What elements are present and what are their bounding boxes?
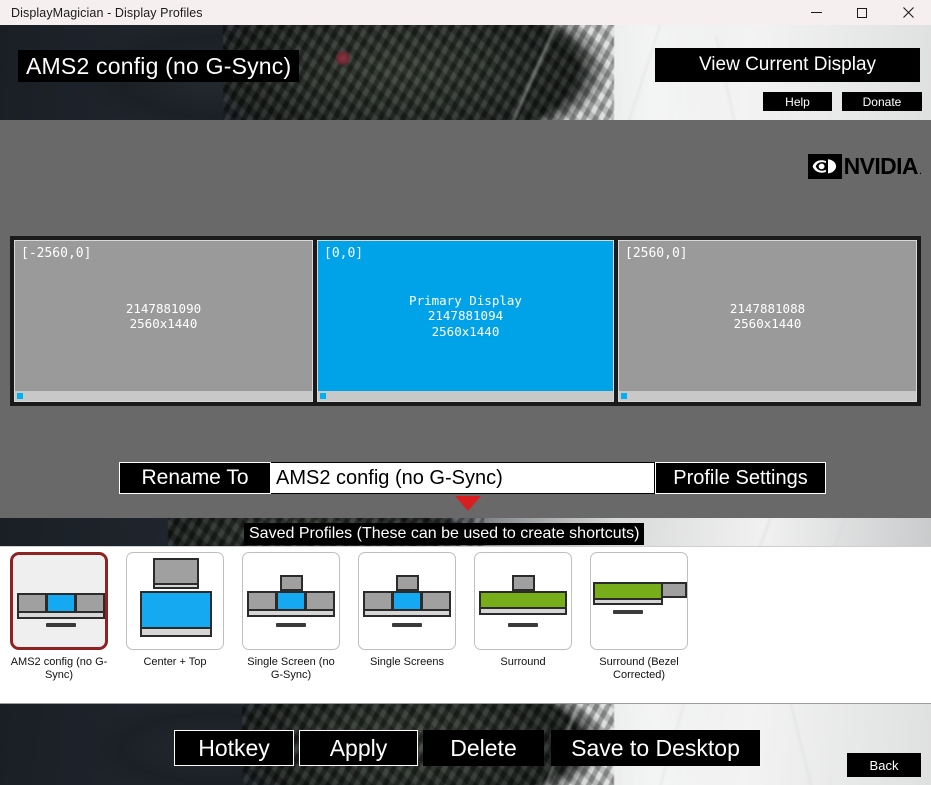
monitor-primary-taskbar [318,391,613,401]
start-button-icon [621,393,627,399]
apply-button[interactable]: Apply [299,730,418,766]
save-to-desktop-button[interactable]: Save to Desktop [551,730,760,766]
profile-settings-button[interactable]: Profile Settings [655,462,826,494]
monitor-primary-resolution: 2560x1440 [431,323,500,339]
profile-name-input[interactable] [271,462,655,494]
nvidia-wordmark: NVIDIA [843,153,919,179]
monitor-primary-label: Primary Display [409,293,522,309]
nvidia-trademark-dot: . [918,165,922,177]
monitor-left-info: 2147881090 2560x1440 [15,241,312,391]
monitor-right-resolution: 2560x1440 [733,316,802,331]
profile-item-center-top[interactable]: Center + Top [124,552,226,669]
display-layout-panel: NVIDIA . [-2560,0] 2147881090 2560x1440 … [0,120,931,518]
monitor-arrangement: [-2560,0] 2147881090 2560x1440 [0,0] Pri… [10,236,921,406]
profile-thumbnail [474,552,572,650]
profile-item-single-screens[interactable]: Single Screens [356,552,458,669]
delete-button[interactable]: Delete [423,730,544,766]
monitor-primary-id: 2147881094 [427,308,504,324]
display-profiles-window: DisplayMagician - Display Profiles AMS2 … [0,0,931,785]
profile-label: Surround (Bezel Corrected) [599,656,679,681]
profile-thumbnail [242,552,340,650]
profile-item-ams2-config[interactable]: AMS2 config (no G-Sync) [8,552,110,682]
profile-item-surround[interactable]: Surround [472,552,574,669]
start-button-icon [17,393,23,399]
start-button-icon [320,393,326,399]
monitor-right[interactable]: [2560,0] 2147881088 2560x1440 [618,240,917,402]
monitor-primary[interactable]: [0,0] Primary Display 2147881094 2560x14… [317,240,614,402]
monitor-right-info: 2147881088 2560x1440 [619,241,916,391]
profile-label: Surround [500,656,546,668]
monitor-left-resolution: 2560x1440 [129,316,198,331]
maximize-icon[interactable] [839,0,885,25]
monitor-primary-coords: [0,0] [324,246,364,261]
monitor-right-id: 2147881088 [729,300,806,316]
monitor-right-coords: [2560,0] [625,246,688,261]
close-icon[interactable] [885,0,931,25]
profile-label: Center + Top [143,656,207,668]
nvidia-logo: NVIDIA . [807,153,922,180]
selected-profile-pointer-icon [455,496,481,511]
profile-item-single-screen-no-gsync[interactable]: Single Screen (no G-Sync) [240,552,342,682]
monitor-right-taskbar [619,391,916,401]
monitor-left-id: 2147881090 [125,300,202,316]
profile-thumbnail [10,552,108,650]
saved-profiles-list[interactable]: AMS2 config (no G-Sync) Center + Top Sin… [0,546,931,704]
window-title: DisplayMagician - Display Profiles [11,5,203,20]
monitor-primary-info: Primary Display 2147881094 2560x1440 [318,241,613,391]
view-current-display-button[interactable]: View Current Display [655,48,920,82]
profile-item-surround-bezel-corrected[interactable]: Surround (Bezel Corrected) [588,552,690,682]
help-button[interactable]: Help [763,92,832,111]
window-titlebar: DisplayMagician - Display Profiles [0,0,931,25]
hotkey-button[interactable]: Hotkey [174,730,294,766]
profile-label: AMS2 config (no G-Sync) [10,656,108,681]
monitor-left[interactable]: [-2560,0] 2147881090 2560x1440 [14,240,313,402]
monitor-left-coords: [-2560,0] [21,246,92,261]
back-button[interactable]: Back [847,753,921,777]
window-controls [793,0,931,25]
profile-thumbnail [590,552,688,650]
saved-profiles-header: Saved Profiles (These can be used to cre… [244,523,645,545]
background-photo-top: AMS2 config (no G-Sync) View Current Dis… [0,25,931,120]
minimize-icon[interactable] [793,0,839,25]
profile-thumbnail [358,552,456,650]
donate-button[interactable]: Donate [842,92,922,111]
profile-label: Single Screen (no G-Sync) [247,656,335,681]
monitor-left-taskbar [15,391,312,401]
rename-row: Rename To Profile Settings [0,462,931,511]
profile-thumbnail [126,552,224,650]
profile-label: Single Screens [370,656,444,668]
nvidia-eye-icon [807,154,842,179]
current-profile-title: AMS2 config (no G-Sync) [18,50,300,82]
rename-to-button[interactable]: Rename To [119,462,271,494]
